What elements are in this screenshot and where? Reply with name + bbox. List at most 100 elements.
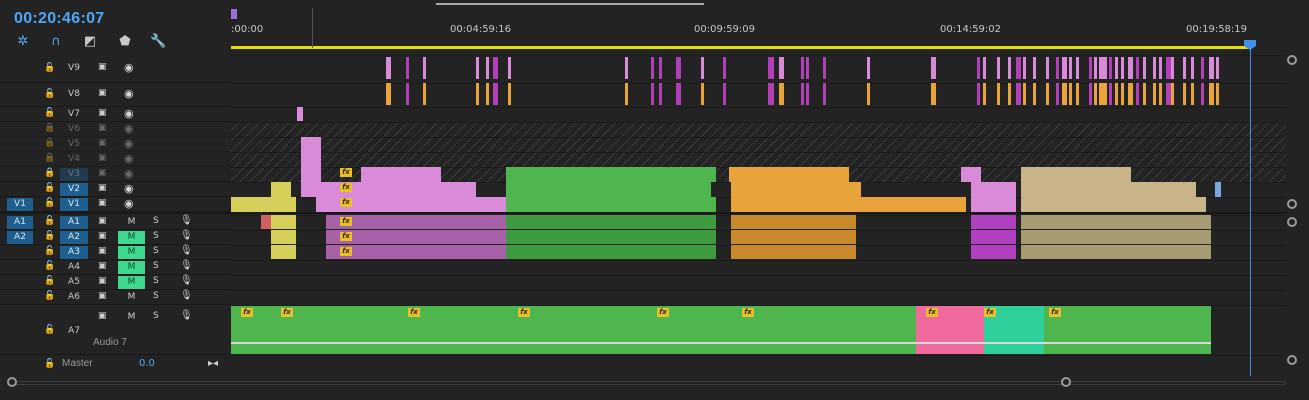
lock-icon[interactable]: 🔒 — [44, 123, 55, 133]
track-lane[interactable] — [231, 275, 1286, 276]
v9-clip[interactable] — [1159, 57, 1162, 79]
track-name[interactable]: V1 — [60, 198, 88, 211]
v2-clip[interactable] — [331, 182, 476, 197]
eye-icon[interactable]: ◉ — [124, 197, 134, 210]
v9-clip[interactable] — [1056, 57, 1059, 79]
v8-clip[interactable] — [1056, 83, 1059, 105]
v8-clip[interactable] — [1153, 83, 1156, 105]
lock-icon[interactable]: 🔓 — [44, 276, 55, 286]
time-ruler[interactable]: :00:00 00:04:59:16 00:09:59:09 00:14:59:… — [231, 0, 1286, 52]
mic-icon[interactable]: 🎙 — [180, 230, 193, 241]
v2-clip[interactable] — [971, 182, 1016, 197]
sync-lock-icon[interactable]: ▣ — [98, 108, 107, 118]
v9-clip[interactable] — [406, 57, 409, 79]
eye-icon[interactable]: ◉ — [124, 152, 134, 165]
v8-clip[interactable] — [771, 83, 774, 105]
sync-lock-icon[interactable]: ▣ — [98, 62, 107, 72]
mute-button[interactable]: M — [118, 246, 145, 259]
v9-clip[interactable] — [1171, 57, 1174, 79]
track-name[interactable]: A6 — [60, 291, 88, 304]
timeline-tracks[interactable]: fx fx fx fx fx fx fx fx fx fx fx fx fx fx fx — [231, 55, 1286, 375]
v8-clip[interactable] — [386, 83, 391, 105]
v9-clip[interactable] — [997, 57, 1000, 79]
track-name[interactable]: V8 — [60, 88, 88, 101]
v3-clip[interactable] — [729, 167, 849, 182]
v3-clip[interactable] — [506, 167, 716, 182]
v2-clip[interactable] — [1021, 182, 1196, 197]
v8-clip[interactable] — [1128, 83, 1133, 105]
v9-clip[interactable] — [771, 57, 774, 79]
eye-icon[interactable]: ◉ — [124, 182, 134, 195]
v9-clip[interactable] — [806, 57, 809, 79]
v3-clip[interactable] — [361, 167, 441, 182]
v8-clip[interactable] — [1136, 83, 1139, 105]
sync-lock-icon[interactable]: ▣ — [98, 138, 107, 148]
v9-clip[interactable] — [1008, 57, 1011, 79]
v9-clip[interactable] — [1183, 57, 1186, 79]
solo-button[interactable]: S — [153, 261, 159, 271]
snap-in-timeline-icon[interactable]: ✲ — [15, 34, 31, 50]
eye-icon[interactable]: ◉ — [124, 61, 134, 74]
v8-clip[interactable] — [1171, 83, 1174, 105]
mic-icon[interactable]: 🎙 — [180, 260, 193, 271]
v9-clip[interactable] — [1104, 57, 1107, 79]
lock-icon[interactable]: 🔓 — [44, 89, 55, 99]
mute-button[interactable]: M — [118, 261, 145, 274]
lock-icon[interactable]: 🔓 — [44, 291, 55, 301]
eye-icon[interactable]: ◉ — [124, 137, 134, 150]
horizontal-scroll-left-knob[interactable] — [7, 377, 17, 387]
v8-clip[interactable] — [1209, 83, 1214, 105]
v8-clip[interactable] — [1183, 83, 1186, 105]
v8-clip[interactable] — [625, 83, 628, 105]
timeline-settings-icon[interactable]: 🔧 — [150, 34, 166, 50]
a-clip[interactable] — [506, 215, 716, 229]
v2-clip[interactable] — [271, 182, 291, 197]
v9-clip[interactable] — [1069, 57, 1072, 79]
lock-icon[interactable]: 🔓 — [44, 216, 55, 226]
v8-clip[interactable] — [1069, 83, 1072, 105]
v9-clip[interactable] — [1016, 57, 1021, 79]
v9-clip[interactable] — [1089, 57, 1092, 79]
v8-clip[interactable] — [1094, 83, 1097, 105]
v8-clip[interactable] — [493, 83, 498, 105]
track-name[interactable]: V7 — [60, 108, 88, 121]
v8-clip[interactable] — [659, 83, 662, 105]
lock-icon[interactable]: 🔓 — [44, 359, 55, 369]
a-clip[interactable] — [261, 215, 271, 229]
ruler-zoom-bar[interactable] — [436, 3, 704, 5]
track-lane[interactable] — [231, 55, 1286, 56]
v9-clip[interactable] — [931, 57, 936, 79]
a-clip[interactable] — [1021, 230, 1211, 244]
scroll-knob-top[interactable] — [1287, 217, 1297, 227]
v8-clip[interactable] — [1191, 83, 1194, 105]
video-vertical-scrollbar[interactable] — [1286, 55, 1308, 215]
playhead-line[interactable] — [1250, 40, 1251, 376]
v9-clip[interactable] — [1046, 57, 1049, 79]
v9-clip[interactable] — [1128, 57, 1133, 79]
v1-clip[interactable] — [231, 197, 296, 212]
work-area-bar[interactable] — [231, 46, 1249, 49]
v9-clip[interactable] — [423, 57, 426, 79]
track-lane[interactable] — [231, 137, 1286, 138]
v9-clip[interactable] — [1143, 57, 1146, 79]
a-clip[interactable] — [1021, 215, 1211, 229]
v9-clip[interactable] — [1191, 57, 1194, 79]
track-name[interactable]: V4 — [60, 153, 88, 166]
a-clip[interactable] — [326, 230, 506, 244]
a-clip[interactable] — [1021, 245, 1211, 259]
v5-clip[interactable] — [301, 137, 321, 182]
v8-clip[interactable] — [476, 83, 479, 105]
v9-clip[interactable] — [1115, 57, 1118, 79]
sync-lock-icon[interactable]: ▣ — [98, 88, 107, 98]
solo-button[interactable]: S — [153, 276, 159, 286]
v8-clip[interactable] — [1089, 83, 1092, 105]
v9-clip[interactable] — [386, 57, 391, 79]
lock-icon[interactable]: 🔒 — [44, 138, 55, 148]
sync-lock-icon[interactable]: ▣ — [98, 183, 107, 193]
a-clip[interactable] — [271, 215, 296, 229]
lock-icon[interactable]: 🔓 — [44, 261, 55, 271]
v9-clip[interactable] — [1094, 57, 1097, 79]
mute-button[interactable]: M — [118, 311, 145, 324]
source-patch-a1[interactable]: A1 — [7, 216, 33, 229]
track-lane[interactable] — [231, 355, 1286, 356]
